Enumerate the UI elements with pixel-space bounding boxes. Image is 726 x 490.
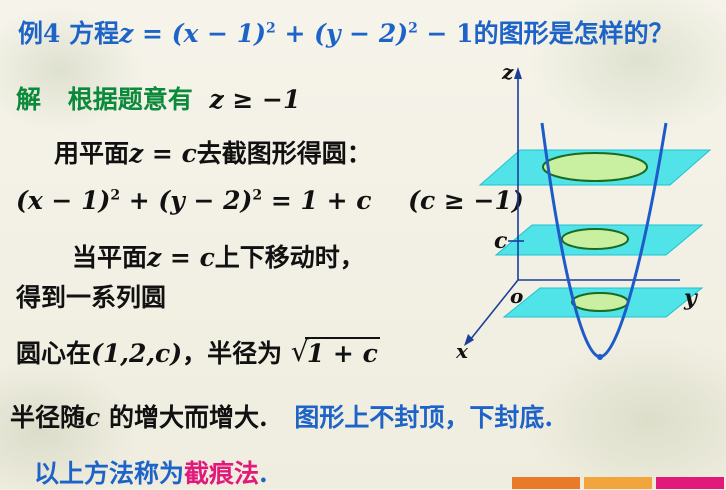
question-square-1: 2 — [266, 20, 276, 37]
line8-text-b: . — [259, 459, 268, 488]
axis-label-y: y — [683, 285, 699, 311]
line2-text-a: 用平面 — [54, 139, 130, 168]
solution-line-7: 半径随c 的增大而增大. 图形上不封顶，下封底. — [10, 398, 553, 434]
line4-text-a: 当平面 — [72, 243, 148, 272]
solution-line-8: 以上方法称为截痕法. — [34, 454, 268, 490]
question-suffix: 的图形是怎样的？ — [473, 19, 674, 48]
section-plane-middle — [494, 224, 704, 256]
line4-text-b: 上下移动时， — [214, 243, 365, 272]
question-equation-c: − 1 — [417, 19, 474, 48]
line6-center: (1,2,c) — [91, 339, 183, 368]
z-axis-arrow — [514, 67, 522, 79]
line8-text-a: 以上方法称为 — [34, 459, 185, 488]
paraboloid-figure: z y x o c — [455, 60, 712, 363]
solution-line-1: 解 根据题意有 z ≥ −1 — [16, 80, 300, 116]
line5-text: 得到一系列圆 — [16, 283, 167, 312]
line6-text-a: 圆心在 — [16, 339, 92, 368]
nav-button-1[interactable] — [512, 477, 580, 489]
question-prefix: 方程 — [69, 19, 120, 48]
solution-line-4: 当平面z = c上下移动时， — [72, 238, 365, 274]
section-plane-top — [478, 149, 712, 186]
line3-square-2: 2 — [252, 187, 263, 204]
line3-a: (x − 1) — [16, 186, 111, 215]
line3-b: + (y − 2) — [120, 186, 253, 215]
paraboloid-vertex — [597, 354, 603, 360]
question-line: 例4 方程z = (x − 1)2 + (y − 2)2 − 1的图形是怎样的？ — [18, 14, 674, 50]
method-name: 截痕法 — [184, 459, 260, 488]
solution-inequality: z ≥ −1 — [209, 85, 301, 114]
line2-math: z = c — [129, 139, 197, 168]
line3-square-1: 2 — [110, 187, 121, 204]
nav-button-2[interactable] — [584, 477, 652, 489]
line7-var: c — [85, 403, 101, 432]
slide-nav-buttons — [512, 477, 724, 489]
axis-label-z: z — [501, 60, 514, 84]
radical-body: 1 + c — [304, 337, 380, 368]
axis-label-x: x — [455, 339, 469, 363]
question-equation-b: + (y − 2) — [275, 19, 409, 48]
line4-math: z = c — [147, 243, 215, 272]
line7-text-a: 半径随 — [10, 403, 86, 432]
example-label: 例4 — [18, 19, 61, 48]
line2-text-b: 去截图形得圆： — [196, 139, 372, 168]
solution-line-5: 得到一系列圆 — [16, 278, 166, 314]
origin-label: o — [510, 284, 523, 308]
radius-radical: √ 1 + c — [291, 335, 380, 368]
question-equation-a: z = (x − 1) — [119, 19, 267, 48]
line7-text-b: 的增大而增大. — [100, 403, 268, 432]
plane-height-label: c — [494, 228, 508, 254]
radical-sign: √ — [290, 335, 309, 368]
line7-conclusion: 图形上不封顶，下封底. — [294, 403, 554, 432]
nav-button-3[interactable] — [656, 477, 724, 489]
solution-label: 解 — [16, 85, 42, 114]
section-plane-bottom — [502, 287, 704, 318]
solution-intro: 根据题意有 — [67, 85, 193, 114]
line3-c: = 1 + c — [262, 186, 372, 215]
solution-line-2: 用平面z = c去截图形得圆： — [54, 134, 372, 170]
question-square-2: 2 — [408, 20, 418, 37]
solution-line-6: 圆心在(1,2,c)，半径为 √ 1 + c — [16, 334, 380, 370]
line6-text-b: ，半径为 — [182, 339, 283, 368]
